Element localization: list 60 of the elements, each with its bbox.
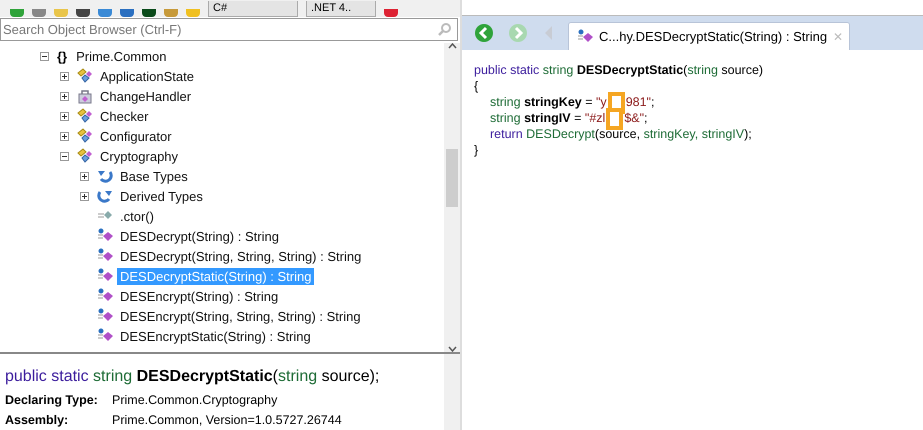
code-line: string stringIV = "#zl $&"; <box>474 110 923 126</box>
tree-item[interactable]: Checker <box>97 108 152 124</box>
cube-icon <box>577 28 593 44</box>
back-icon <box>474 23 494 43</box>
scroll-up-icon[interactable] <box>448 43 456 49</box>
code-line: } <box>474 142 480 158</box>
redaction-box <box>606 108 624 130</box>
toolbar-icon[interactable] <box>120 9 134 17</box>
tree-item[interactable]: .ctor() <box>117 208 157 224</box>
cube-icon <box>97 328 113 344</box>
scroll-thumb[interactable] <box>446 148 458 206</box>
method-signature: public static string DESDecryptStatic(string source); <box>5 368 380 386</box>
cube-icon <box>97 288 113 304</box>
expander-icon[interactable] <box>60 112 69 120</box>
tree-item[interactable]: DESEncrypt(String, String, String) : String <box>117 308 364 324</box>
cube-icon <box>97 228 113 244</box>
tree-item[interactable]: DESDecrypt(String) : String <box>117 228 282 244</box>
field-label: Declaring Type: <box>5 393 99 407</box>
search-icon <box>438 22 452 36</box>
tree-item[interactable]: DESEncryptStatic(String) : String <box>117 328 314 344</box>
tree-item[interactable]: Prime.Common <box>73 48 170 64</box>
scrollbar[interactable] <box>444 354 460 430</box>
tree-item[interactable]: Configurator <box>97 128 175 144</box>
expander-icon[interactable] <box>60 152 69 160</box>
expander-icon[interactable] <box>80 172 89 180</box>
field-label: Assembly: <box>5 413 70 427</box>
tree-item[interactable]: Base Types <box>117 168 191 184</box>
tree-item[interactable]: ApplicationState <box>97 68 197 84</box>
tree-item[interactable]: Derived Types <box>117 188 206 204</box>
field-value: Prime.Common, Version=1.0.5727.26744 <box>112 413 342 427</box>
toolbar-icon[interactable] <box>76 9 90 17</box>
scrollbar[interactable] <box>444 43 460 352</box>
expander-icon[interactable] <box>60 72 69 80</box>
expander-icon[interactable] <box>80 192 89 200</box>
toolbar-icon[interactable] <box>384 9 398 17</box>
cube-icon <box>97 268 113 284</box>
search-field[interactable]: Search Object Browser (Ctrl-F) <box>0 18 458 41</box>
framework-dropdown[interactable]: .NET 4.. <box>306 1 376 17</box>
scroll-down-icon[interactable] <box>448 346 456 352</box>
lock-icon <box>77 88 93 104</box>
curved-arrow-icon <box>97 168 113 184</box>
toolbar-icon[interactable] <box>142 9 156 17</box>
tree-item[interactable]: ChangeHandler <box>97 88 194 104</box>
tree-item[interactable]: Cryptography <box>97 148 182 164</box>
document-tab[interactable]: C...hy.DESDecryptStatic(String) : String ✕ <box>568 22 850 50</box>
tree-item[interactable]: DESDecrypt(String, String, String) : String <box>117 248 364 264</box>
tree-item[interactable]: DESEncrypt(String) : String <box>117 288 282 304</box>
code-line: { <box>474 78 480 94</box>
namespace-icon: {} <box>57 48 68 64</box>
language-dropdown[interactable]: C# <box>208 1 298 17</box>
code-line: return DESDecrypt(source, stringKey, stringIV); <box>489 126 753 142</box>
code-line: public static string DESDecryptStatic(string source) <box>474 62 764 78</box>
forward-icon <box>508 23 528 43</box>
cube-icon <box>97 248 113 264</box>
cube-icon <box>97 308 113 324</box>
expander-icon[interactable] <box>60 92 69 100</box>
field-value: Prime.Common.Cryptography <box>112 393 278 407</box>
expander-icon[interactable] <box>40 52 49 60</box>
curved-arrow-icon <box>97 188 113 204</box>
expander-icon[interactable] <box>60 132 69 140</box>
